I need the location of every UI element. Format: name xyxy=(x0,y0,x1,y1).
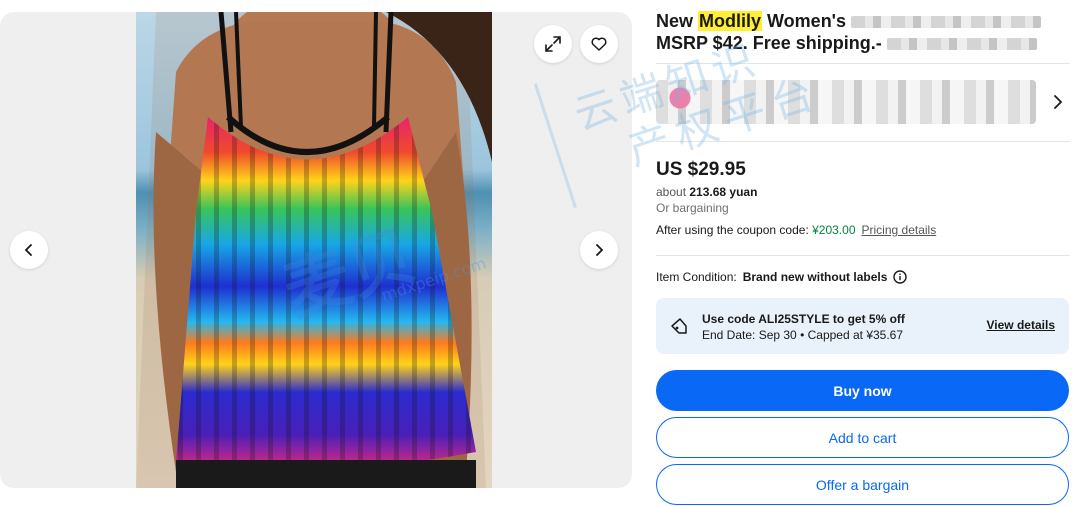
chevron-right-icon xyxy=(1054,95,1063,109)
expand-icon xyxy=(545,36,561,52)
product-photo-art xyxy=(136,12,492,488)
add-to-watchlist-button[interactable] xyxy=(580,25,618,63)
bargaining-note: Or bargaining xyxy=(656,201,729,215)
listing-title-line2: MSRP $42. Free shipping.- xyxy=(656,32,1070,54)
redacted-text xyxy=(851,16,1041,29)
item-condition: Item Condition: Brand new without labels xyxy=(656,270,908,284)
tag-icon xyxy=(671,318,687,334)
title-line2-text: MSRP $42. Free shipping.- xyxy=(656,33,882,53)
product-photo[interactable] xyxy=(136,12,492,488)
listing-title-block: New Modlily Women's MSRP $42. Free shipp… xyxy=(656,10,1070,54)
heart-icon xyxy=(591,37,607,51)
price: US $29.95 xyxy=(656,159,746,180)
seller-info-row[interactable] xyxy=(656,74,1070,132)
buy-now-button[interactable]: Buy now xyxy=(656,370,1069,411)
chevron-left-icon xyxy=(24,244,32,256)
promo-end-date: End Date: Sep 30 • Capped at ¥35.67 xyxy=(702,328,904,342)
view-details-link[interactable]: View details xyxy=(987,318,1055,332)
previous-image-button[interactable] xyxy=(10,231,48,269)
add-to-cart-button[interactable]: Add to cart xyxy=(656,417,1069,458)
coupon-price-line: After using the coupon code: ¥203.00 Pric… xyxy=(656,222,1070,238)
promo-text: Use code ALI25STYLE to get 5% off End Da… xyxy=(702,311,905,343)
condition-label: Item Condition: xyxy=(656,270,737,284)
condition-value: Brand new without labels xyxy=(742,270,888,284)
title-rest: Women's xyxy=(762,11,846,31)
promo-code-line: Use code ALI25STYLE to get 5% off xyxy=(702,312,905,326)
listing-title: New Modlily Women's xyxy=(656,10,1070,32)
divider xyxy=(656,255,1070,256)
info-icon[interactable] xyxy=(893,270,908,284)
divider xyxy=(656,141,1070,142)
next-image-button[interactable] xyxy=(580,231,618,269)
chevron-right-icon xyxy=(596,244,604,256)
divider xyxy=(656,63,1070,64)
pricing-details-link[interactable]: Pricing details xyxy=(862,223,937,237)
title-brand-highlight: Modlily xyxy=(698,11,763,31)
price-block: US $29.95 about 213.68 yuan Or bargainin… xyxy=(656,158,1070,238)
coupon-label: After using the coupon code: xyxy=(656,223,813,237)
approx-price: about 213.68 yuan xyxy=(656,184,1070,200)
approx-value: 213.68 yuan xyxy=(689,185,758,199)
expand-image-button[interactable] xyxy=(534,25,572,63)
coupon-price: ¥203.00 xyxy=(812,223,856,237)
offer-bargain-button[interactable]: Offer a bargain xyxy=(656,464,1069,505)
title-prefix: New xyxy=(656,11,699,31)
redacted-seller-info xyxy=(656,80,1036,124)
coupon-promo-banner: Use code ALI25STYLE to get 5% off End Da… xyxy=(656,298,1069,354)
approx-prefix: about xyxy=(656,185,690,199)
redacted-text xyxy=(886,38,1037,51)
image-gallery xyxy=(0,12,632,488)
